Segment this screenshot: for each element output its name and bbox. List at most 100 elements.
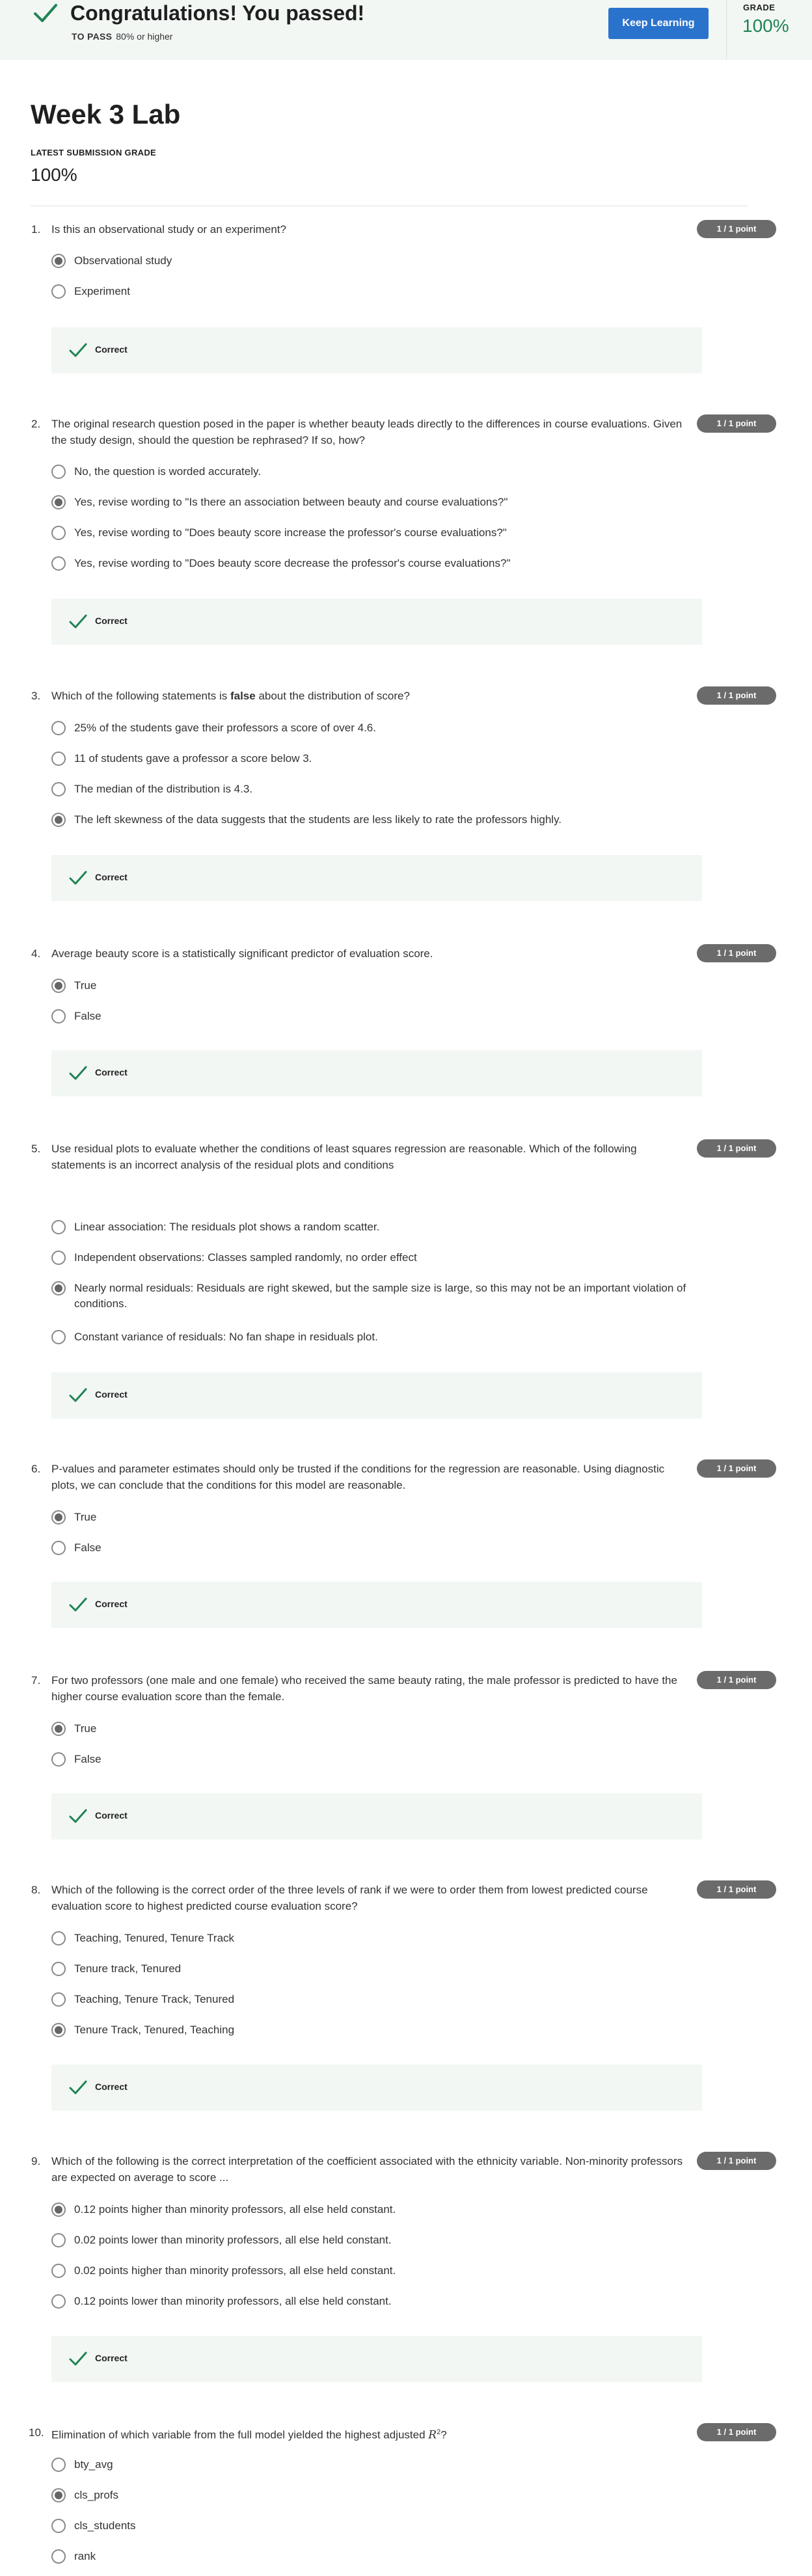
check-icon — [69, 1809, 87, 1823]
option-label: cls_profs — [74, 2489, 119, 2501]
option-label: 0.12 points higher than minority profess… — [74, 2203, 396, 2216]
radio-button[interactable] — [51, 2203, 66, 2217]
radio-button[interactable] — [51, 2023, 66, 2037]
answer-option[interactable]: True — [51, 1721, 702, 1741]
question-text: Which of the following is the correct or… — [51, 1884, 648, 1912]
answer-option[interactable]: 11 of students gave a professor a score … — [51, 751, 702, 770]
check-icon — [69, 2080, 87, 2095]
radio-button[interactable] — [51, 1220, 66, 1234]
answer-option[interactable]: bty_avg — [51, 2457, 702, 2476]
option-label: The median of the distribution is 4.3. — [74, 783, 253, 795]
radio-button[interactable] — [51, 2488, 66, 2502]
answer-option[interactable]: 0.12 points lower than minority professo… — [51, 2294, 702, 2313]
question-text: Which of the following statements is fal… — [51, 690, 410, 702]
question-number: 6. — [31, 1463, 41, 1475]
option-label: False — [74, 1010, 102, 1022]
answer-option[interactable]: Tenure track, Tenured — [51, 1961, 702, 1981]
radio-button[interactable] — [51, 752, 66, 766]
radio-button[interactable] — [51, 1722, 66, 1736]
radio-button[interactable] — [51, 1752, 66, 1767]
radio-button[interactable] — [51, 1992, 66, 2007]
answer-option[interactable]: rank — [51, 2549, 702, 2568]
radio-button[interactable] — [51, 1510, 66, 1525]
option-label: No, the question is worded accurately. — [74, 465, 261, 478]
option-label: Yes, revise wording to "Does beauty scor… — [74, 557, 511, 569]
feedback-box: Correct — [51, 327, 702, 373]
radio-button[interactable] — [51, 526, 66, 540]
answer-option[interactable]: False — [51, 1540, 702, 1560]
question-number: 8. — [31, 1884, 41, 1896]
keep-learning-button[interactable]: Keep Learning — [608, 8, 709, 39]
feedback-box: Correct — [51, 599, 702, 645]
radio-button[interactable] — [51, 2549, 66, 2564]
radio-button[interactable] — [51, 813, 66, 827]
points-badge: 1 / 1 point — [697, 944, 776, 962]
answer-option[interactable]: 0.02 points higher than minority profess… — [51, 2263, 702, 2283]
question-text: P-values and parameter estimates should … — [51, 1463, 665, 1491]
radio-button[interactable] — [51, 979, 66, 993]
answer-option[interactable]: Teaching, Tenured, Tenure Track — [51, 1931, 702, 1950]
radio-button[interactable] — [51, 721, 66, 735]
radio-button[interactable] — [51, 2519, 66, 2533]
radio-button[interactable] — [51, 1541, 66, 1555]
radio-button[interactable] — [51, 284, 66, 299]
answer-option[interactable]: True — [51, 978, 702, 997]
radio-button[interactable] — [51, 1962, 66, 1976]
to-pass-value: 80% or higher — [116, 31, 173, 42]
question-text: Is this an observational study or an exp… — [51, 223, 286, 236]
feedback-label: Correct — [95, 1389, 128, 1400]
answer-option[interactable]: False — [51, 1009, 702, 1028]
radio-button[interactable] — [51, 1931, 66, 1946]
answer-option[interactable]: Yes, revise wording to "Does beauty scor… — [51, 525, 702, 545]
answer-option[interactable]: True — [51, 1510, 702, 1529]
answer-option[interactable]: 0.02 points lower than minority professo… — [51, 2232, 702, 2252]
points-badge: 1 / 1 point — [697, 686, 776, 705]
grade-divider — [726, 0, 727, 60]
answer-option[interactable]: 0.12 points higher than minority profess… — [51, 2202, 702, 2221]
radio-button[interactable] — [51, 2458, 66, 2472]
radio-button[interactable] — [51, 1330, 66, 1344]
radio-button[interactable] — [51, 2264, 66, 2278]
radio-button[interactable] — [51, 495, 66, 509]
option-label: Tenure Track, Tenured, Teaching — [74, 2024, 235, 2036]
points-badge: 1 / 1 point — [697, 2423, 776, 2441]
question-text: Which of the following is the correct in… — [51, 2155, 683, 2184]
answer-option[interactable]: Nearly normal residuals: Residuals are r… — [51, 1281, 702, 1317]
question-text: The original research question posed in … — [51, 418, 683, 446]
answer-option[interactable]: False — [51, 1752, 702, 1771]
answer-option[interactable]: Independent observations: Classes sample… — [51, 1250, 702, 1269]
radio-button[interactable] — [51, 2233, 66, 2247]
answer-option[interactable]: The median of the distribution is 4.3. — [51, 781, 702, 801]
answer-option[interactable]: Linear association: The residuals plot s… — [51, 1219, 702, 1239]
answer-option[interactable]: Tenure Track, Tenured, Teaching — [51, 2022, 702, 2042]
answer-option[interactable]: cls_profs — [51, 2488, 702, 2507]
radio-button[interactable] — [51, 465, 66, 479]
answer-option[interactable]: cls_students — [51, 2518, 702, 2538]
latest-grade-value: 100% — [31, 165, 77, 185]
answer-option[interactable]: 25% of the students gave their professor… — [51, 720, 702, 740]
radio-button[interactable] — [51, 254, 66, 268]
radio-button[interactable] — [51, 782, 66, 796]
question-number: 2. — [31, 418, 41, 430]
option-label: The left skewness of the data suggests t… — [74, 813, 562, 826]
answer-option[interactable]: Observational study — [51, 253, 702, 273]
radio-button[interactable] — [51, 1009, 66, 1024]
answer-option[interactable]: Yes, revise wording to "Does beauty scor… — [51, 556, 702, 575]
question-text: Average beauty score is a statistically … — [51, 947, 433, 960]
answer-option[interactable]: Experiment — [51, 284, 702, 303]
check-icon — [34, 4, 57, 22]
radio-button[interactable] — [51, 1251, 66, 1265]
answer-option[interactable]: The left skewness of the data suggests t… — [51, 812, 702, 832]
grade-value: 100% — [742, 16, 789, 36]
answer-option[interactable]: Yes, revise wording to "Is there an asso… — [51, 495, 702, 514]
answer-option[interactable]: Constant variance of residuals: No fan s… — [51, 1329, 702, 1349]
radio-button[interactable] — [51, 2294, 66, 2309]
question-number: 9. — [31, 2155, 41, 2167]
radio-button[interactable] — [51, 1281, 66, 1295]
question-text: Use residual plots to evaluate whether t… — [51, 1143, 637, 1171]
answer-option[interactable]: No, the question is worded accurately. — [51, 464, 702, 483]
pass-threshold: TO PASS 80% or higher — [72, 31, 172, 42]
radio-button[interactable] — [51, 556, 66, 571]
feedback-label: Correct — [95, 616, 128, 626]
answer-option[interactable]: Teaching, Tenure Track, Tenured — [51, 1992, 702, 2011]
